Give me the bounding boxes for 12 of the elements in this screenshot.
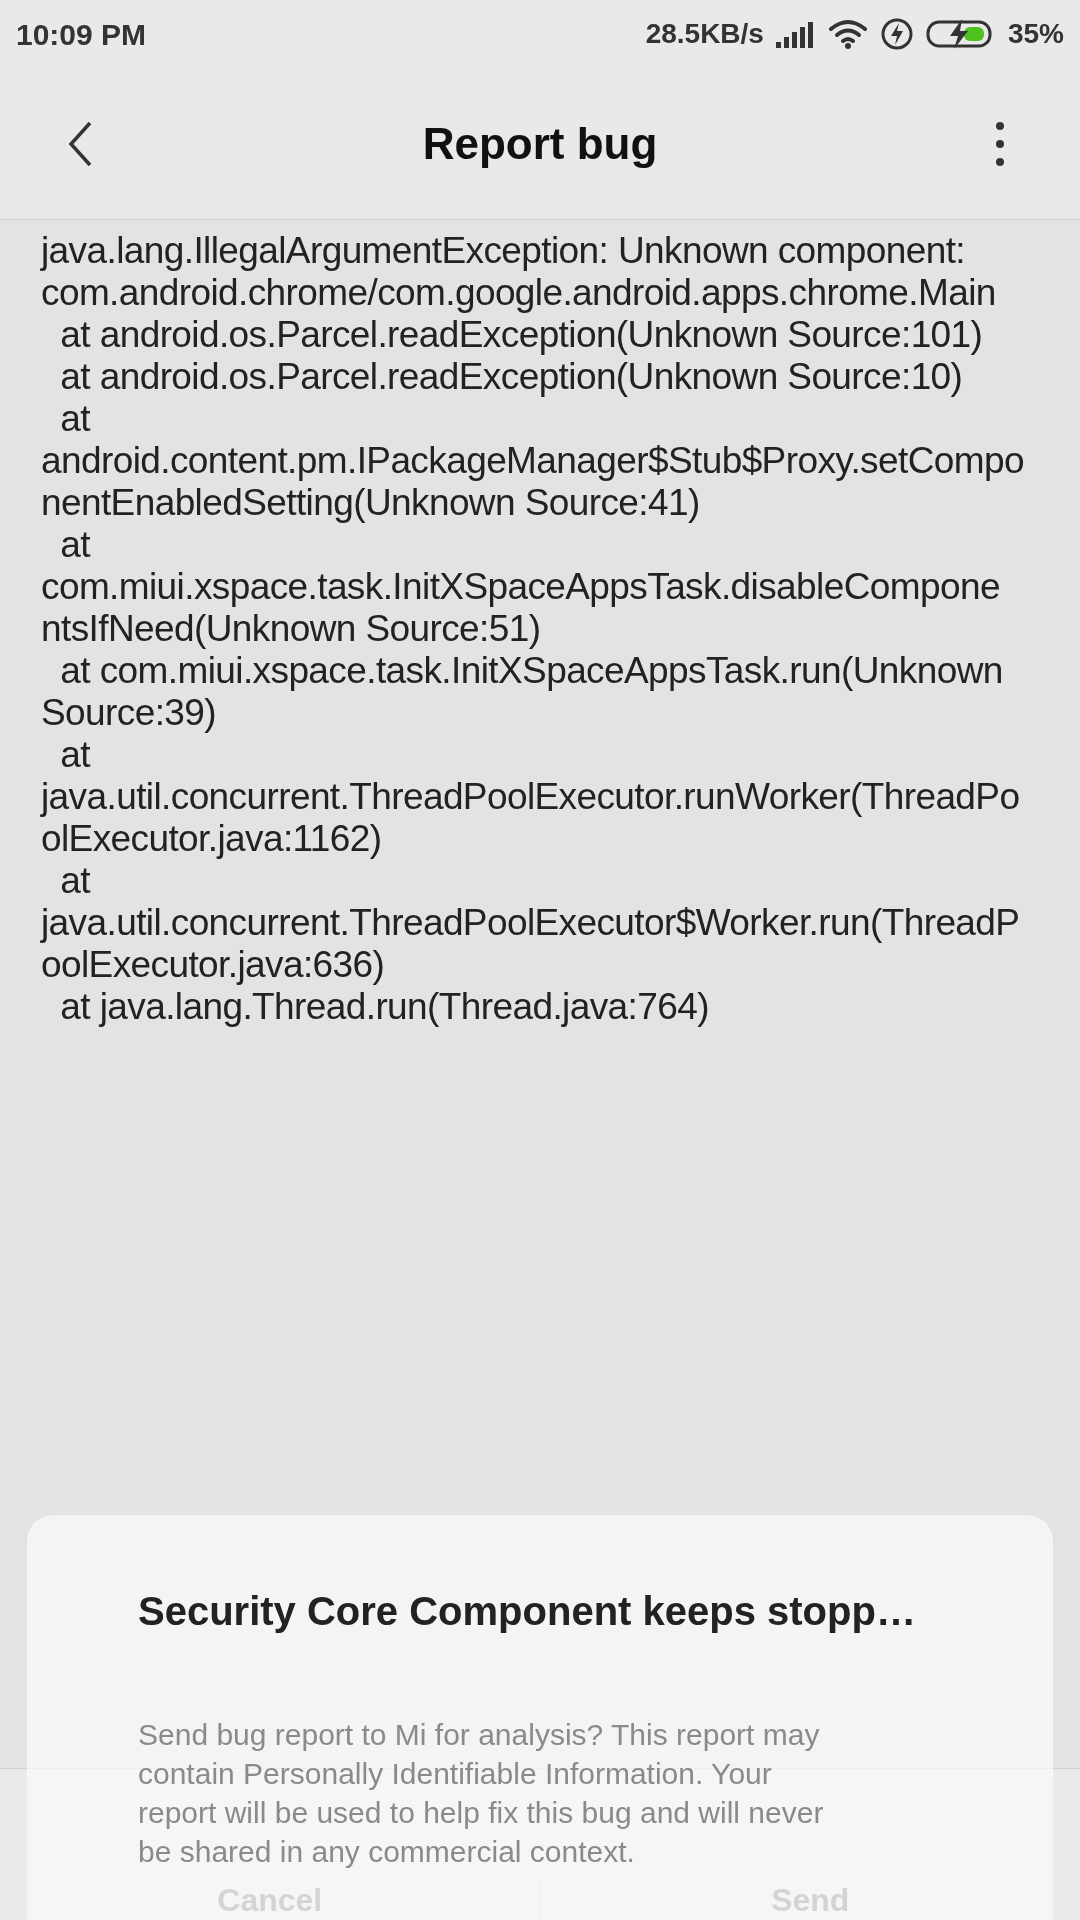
network-speed: 28.5KB/s <box>645 17 764 51</box>
dialog-title: Security Core Component keeps stopp… <box>138 1588 917 1635</box>
dialog-message: Send bug report to Mi for analysis? This report may contain Personally Identifiable Information. Your report will be used to help fix this bug and will never be shared in any commercial context. <box>138 1717 825 1870</box>
wifi-icon <box>827 18 868 50</box>
error-log: java.lang.IllegalArgumentException: Unknown component: com.android.chrome/com.google.android.apps.chrome.Main at android.os.Parcel.readException(Unknown Source:101) at android.os.Parcel.readException(Unknown Source:10) at android.content.pm.IPackageManager$Stub$Proxy.setCompo nentEnabledSetting(Unknown Source:41) at com.miui.xspace.task.InitXSpaceAppsTask.disableCompone ntsIfNeed(Unknown Source:51) at com.miui.xspace.task.InitXSpaceAppsTask.run(Unknown Source:39) at java.util.concurrent.ThreadPoolExecutor.runWorker(ThreadPo olExecutor.java:1162) at java.util.concurrent.ThreadPoolExecutor$Worker.run(ThreadP oolExecutor.java:636) at java.lang.Thread.run(Thread.java:764) <box>39 229 1025 1028</box>
page-title: Report bug <box>422 117 658 170</box>
status-time: 10:09 PM <box>16 16 147 53</box>
battery-percent: 35% <box>1007 17 1064 51</box>
back-icon <box>67 119 93 168</box>
more-icon <box>995 120 1005 167</box>
signal-icon <box>775 20 816 48</box>
charging-icon <box>879 17 914 51</box>
